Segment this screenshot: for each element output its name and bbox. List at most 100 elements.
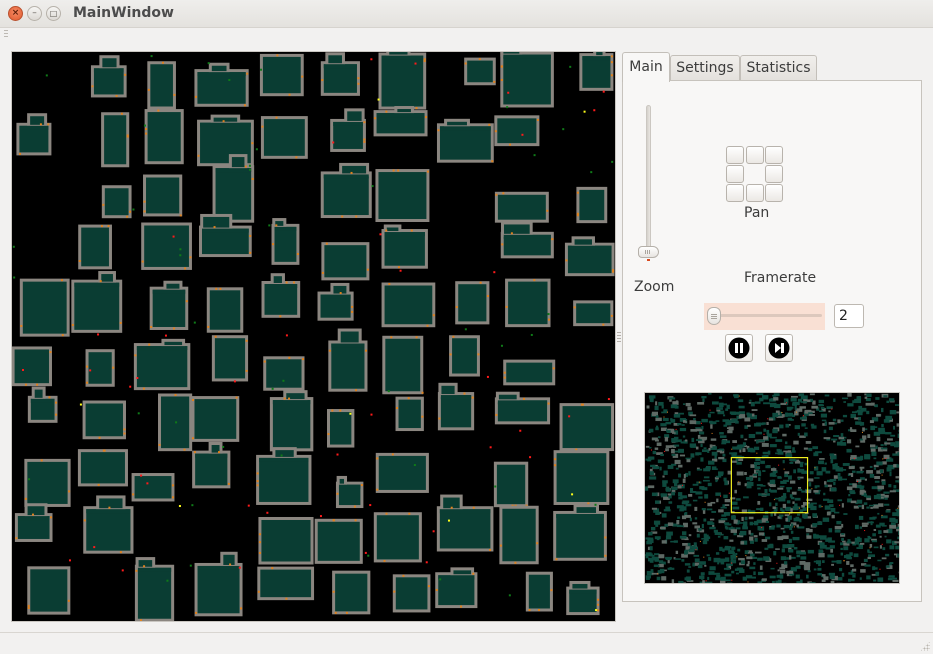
agent-marker (439, 578, 442, 581)
building (566, 580, 600, 616)
door-marker (576, 191, 579, 194)
door-marker (31, 513, 34, 516)
door-marker (385, 229, 388, 232)
pan-down-right-button[interactable] (765, 184, 783, 202)
building (320, 162, 372, 219)
door-marker (120, 112, 123, 115)
door-marker (301, 75, 304, 78)
toolbar-grip[interactable] (4, 30, 8, 38)
door-marker (86, 365, 89, 368)
agent-marker (486, 375, 489, 378)
door-marker (336, 492, 339, 495)
pan-down-button[interactable] (746, 184, 764, 202)
agent-marker (399, 269, 402, 272)
door-marker (78, 260, 81, 263)
agent-marker (506, 106, 509, 109)
door-marker (550, 589, 553, 592)
building (435, 567, 478, 609)
building (101, 185, 132, 219)
building (559, 403, 615, 452)
agent-marker (164, 334, 167, 337)
door-marker (107, 225, 110, 228)
minimize-window-button[interactable]: – (27, 6, 42, 21)
agent-marker (571, 493, 574, 496)
door-marker (235, 396, 238, 399)
building (381, 282, 436, 328)
door-marker (538, 608, 541, 611)
minimap[interactable] (644, 392, 900, 584)
door-marker (132, 493, 135, 496)
agent-marker (222, 445, 225, 448)
title-bar: × – □ MainWindow (0, 0, 933, 28)
agent-marker (595, 609, 598, 612)
agent-marker (28, 478, 31, 481)
door-marker (610, 74, 613, 77)
door-marker (374, 117, 377, 120)
door-marker (276, 54, 279, 57)
building (90, 55, 127, 98)
tab-settings[interactable]: Settings (670, 55, 740, 81)
door-marker (40, 459, 43, 462)
door-marker (360, 484, 363, 487)
pan-up-right-button[interactable] (765, 146, 783, 164)
building (326, 409, 355, 448)
door-marker (71, 323, 74, 326)
door-marker (68, 490, 71, 493)
tab-statistics[interactable]: Statistics (740, 55, 817, 81)
pan-up-button[interactable] (746, 146, 764, 164)
door-marker (612, 269, 615, 272)
pan-up-left-button[interactable] (726, 146, 744, 164)
door-marker (108, 506, 111, 509)
tab-main[interactable]: Main (622, 52, 670, 82)
door-marker (449, 353, 452, 356)
door-marker (141, 260, 144, 263)
door-marker (341, 215, 344, 218)
pause-button[interactable] (725, 334, 753, 362)
pan-left-button[interactable] (726, 165, 744, 183)
agent-marker (166, 579, 169, 582)
door-marker (296, 253, 299, 256)
door-marker (126, 134, 129, 137)
door-marker (426, 170, 429, 173)
building (14, 503, 53, 542)
agent-marker (611, 160, 614, 163)
framerate-spinbox[interactable]: 2 (834, 304, 864, 328)
agent-marker (93, 546, 96, 549)
door-marker (393, 590, 396, 593)
agent-marker (432, 530, 435, 533)
door-marker (145, 132, 148, 135)
door-marker (191, 399, 194, 402)
door-marker (581, 403, 584, 406)
zoom-slider[interactable] (646, 105, 651, 255)
close-window-button[interactable]: × (8, 6, 23, 21)
door-marker (123, 432, 126, 435)
splitter-handle[interactable] (617, 332, 621, 342)
framerate-slider-handle[interactable] (707, 307, 721, 325)
maximize-window-button[interactable]: □ (46, 6, 61, 21)
pan-right-button[interactable] (765, 165, 783, 183)
door-marker (602, 323, 605, 326)
agent-marker (413, 464, 416, 467)
building (314, 518, 363, 564)
zoom-slider-handle[interactable] (638, 246, 659, 258)
simulation-canvas[interactable] (11, 51, 616, 622)
door-marker (478, 58, 481, 61)
step-forward-button[interactable] (765, 334, 793, 362)
door-marker (257, 590, 260, 593)
door-marker (390, 336, 393, 339)
agent-marker (178, 505, 181, 508)
agent-marker (255, 148, 258, 151)
pan-down-left-button[interactable] (726, 184, 744, 202)
door-marker (548, 318, 551, 321)
door-marker (135, 569, 138, 572)
agent-marker (13, 276, 16, 279)
door-marker (229, 563, 232, 566)
door-marker (489, 548, 492, 551)
building (263, 356, 305, 391)
framerate-slider[interactable] (712, 314, 822, 317)
door-marker (288, 397, 291, 400)
building (525, 571, 553, 612)
door-marker (100, 225, 103, 228)
door-marker (246, 72, 249, 75)
door-marker (350, 171, 353, 174)
